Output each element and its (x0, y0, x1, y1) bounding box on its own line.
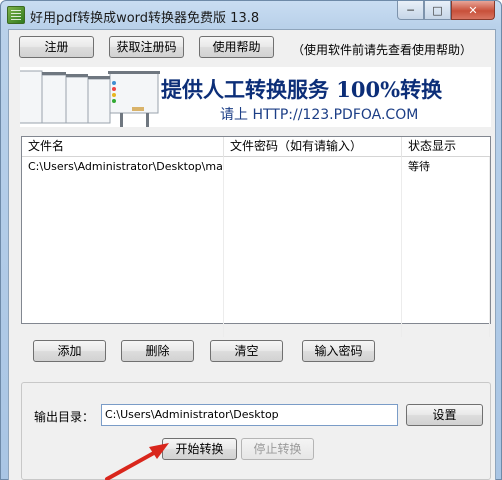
window-controls: ─ □ ✕ (397, 1, 495, 20)
app-logo-icon (7, 6, 25, 24)
empty-cell (224, 297, 402, 317)
empty-row (22, 277, 490, 297)
close-button[interactable]: ✕ (451, 1, 495, 20)
empty-row (22, 237, 490, 257)
empty-row (22, 297, 490, 317)
empty-cell (402, 297, 490, 317)
empty-cell (402, 217, 490, 237)
column-header-filename[interactable]: 文件名 (22, 137, 224, 157)
empty-cell (224, 197, 402, 217)
app-window: 好用pdf转换成word转换器免费版 13.8 ─ □ ✕ 注册 获取注册码 使… (0, 0, 502, 480)
whiteboards-illustration-icon (20, 70, 160, 127)
banner-headline: 提供人工转换服务 100%转换 (161, 77, 443, 102)
annotation-arrow-icon (105, 443, 169, 480)
empty-cell (224, 177, 402, 197)
empty-cell (224, 217, 402, 237)
enter-password-button[interactable]: 输入密码 (302, 340, 375, 362)
promo-banner[interactable]: 提供人工转换服务 100%转换 请上 HTTP://123.PDFOA.COM (20, 67, 491, 127)
empty-cell (224, 317, 402, 337)
empty-row (22, 217, 490, 237)
empty-row (22, 177, 490, 197)
empty-row (22, 317, 490, 337)
empty-cell (22, 197, 224, 217)
table-row[interactable]: C:\Users\Administrator\Desktop\manu... 等… (22, 157, 490, 177)
file-password-cell[interactable] (224, 157, 402, 177)
help-note: （使用软件前请先查看使用帮助） (292, 43, 473, 57)
empty-row (22, 257, 490, 277)
settings-button[interactable]: 设置 (406, 404, 483, 426)
delete-file-button[interactable]: 删除 (121, 340, 194, 362)
stop-convert-button[interactable]: 停止转换 (241, 438, 314, 460)
empty-cell (224, 257, 402, 277)
window-title: 好用pdf转换成word转换器免费版 13.8 (30, 11, 260, 26)
maximize-button[interactable]: □ (424, 1, 451, 20)
empty-cell (402, 277, 490, 297)
get-registration-code-button[interactable]: 获取注册码 (109, 36, 184, 58)
title-bar[interactable]: 好用pdf转换成word转换器免费版 13.8 ─ □ ✕ (1, 1, 501, 29)
empty-row (22, 197, 490, 217)
column-header-password[interactable]: 文件密码（如有请输入） (224, 137, 402, 157)
empty-cell (224, 237, 402, 257)
file-list-header: 文件名 文件密码（如有请输入） 状态显示 (22, 137, 490, 157)
file-status-cell: 等待 (402, 157, 490, 177)
empty-cell (402, 317, 490, 337)
empty-cell (22, 177, 224, 197)
banner-url[interactable]: 请上 HTTP://123.PDFOA.COM (220, 104, 418, 124)
empty-cell (22, 257, 224, 277)
empty-cell (402, 177, 490, 197)
help-button[interactable]: 使用帮助 (199, 36, 274, 58)
empty-cell (22, 317, 224, 337)
empty-cell (22, 237, 224, 257)
empty-cell (402, 257, 490, 277)
empty-cell (22, 297, 224, 317)
register-button[interactable]: 注册 (19, 36, 94, 58)
minimize-button[interactable]: ─ (397, 1, 424, 20)
add-file-button[interactable]: 添加 (33, 340, 106, 362)
file-path-cell: C:\Users\Administrator\Desktop\manu... (22, 157, 224, 177)
column-header-status[interactable]: 状态显示 (402, 137, 490, 157)
start-convert-button[interactable]: 开始转换 (162, 438, 237, 460)
empty-cell (224, 277, 402, 297)
empty-cell (402, 197, 490, 217)
empty-cell (22, 277, 224, 297)
clear-list-button[interactable]: 清空 (210, 340, 283, 362)
empty-cell (22, 217, 224, 237)
empty-cell (402, 237, 490, 257)
file-list[interactable]: 文件名 文件密码（如有请输入） 状态显示 C:\Users\Administra… (21, 136, 491, 337)
